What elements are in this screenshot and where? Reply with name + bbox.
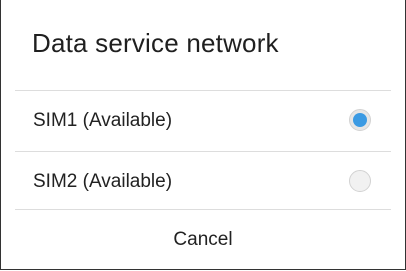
radio-selected-dot-icon <box>353 112 367 127</box>
option-sim1[interactable]: SIM1 (Available) <box>1 90 405 151</box>
data-service-network-dialog: Data service network SIM1 (Available) SI… <box>0 0 406 270</box>
cancel-button[interactable]: Cancel <box>1 210 405 269</box>
option-sim2[interactable]: SIM2 (Available) <box>1 151 405 212</box>
option-sim1-label: SIM1 (Available) <box>33 109 173 131</box>
dialog-title: Data service network <box>32 28 279 58</box>
sim1-radio-button[interactable] <box>349 108 371 131</box>
sim2-radio-button[interactable] <box>349 169 371 192</box>
option-sim2-label: SIM2 (Available) <box>33 170 173 192</box>
